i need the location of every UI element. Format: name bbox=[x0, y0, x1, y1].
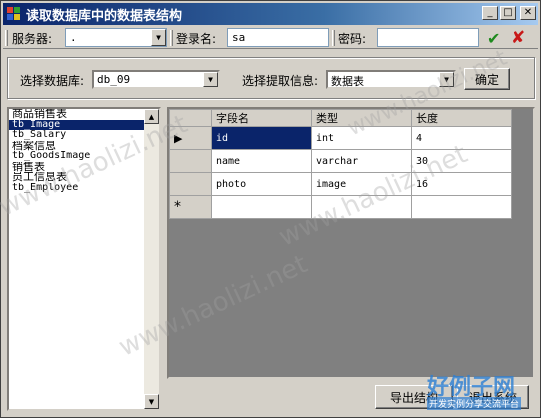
list-item[interactable]: tb_Image bbox=[9, 119, 159, 130]
grid-column-header[interactable]: 类型 bbox=[311, 109, 412, 127]
list-item[interactable]: tb_Employee bbox=[9, 183, 159, 194]
scroll-down-button[interactable]: ▼ bbox=[144, 394, 159, 409]
server-dropdown-button[interactable]: ▼ bbox=[151, 29, 166, 46]
extract-select[interactable]: 数据表 ▼ bbox=[326, 70, 456, 89]
grid-cell[interactable]: 30 bbox=[411, 149, 512, 173]
confirm-button-label: 确定 bbox=[474, 72, 499, 87]
current-row-arrow-icon: ▶ bbox=[174, 131, 183, 145]
main-window: 读取数据库中的数据表结构 _ □ ✕ 服务器: . ▼ 登录名: sa 密码: … bbox=[0, 0, 541, 418]
minimize-icon: _ bbox=[487, 7, 493, 18]
window-title: 读取数据库中的数据表结构 bbox=[26, 8, 183, 24]
extract-value: 数据表 bbox=[331, 75, 364, 88]
watermark-logo: 好例子网 开发实例分享交流平台 bbox=[427, 369, 522, 410]
table-row[interactable]: name varchar 30 bbox=[169, 149, 512, 173]
grid-column-header[interactable]: 字段名 bbox=[211, 109, 312, 127]
structure-table: 字段名 类型 长度 ▶ id int 4 name varchar 30 pho… bbox=[169, 109, 512, 219]
database-select[interactable]: db_09 ▼ bbox=[92, 70, 220, 89]
grid-cell[interactable] bbox=[311, 195, 412, 219]
arrow-up-icon: ▲ bbox=[148, 112, 155, 121]
grid-cell[interactable]: id bbox=[211, 126, 312, 150]
password-input[interactable] bbox=[377, 28, 479, 47]
database-label: 选择数据库: bbox=[20, 74, 85, 88]
connection-toolbar: 服务器: . ▼ 登录名: sa 密码: ✔ ✘ bbox=[3, 27, 538, 49]
chevron-down-icon: ▼ bbox=[444, 75, 449, 84]
title-bar[interactable]: 读取数据库中的数据表结构 _ □ ✕ bbox=[3, 3, 538, 25]
grid-cell[interactable]: int bbox=[311, 126, 412, 150]
grid-cell[interactable]: 16 bbox=[411, 172, 512, 196]
table-listbox[interactable]: 商品销售表 tb_Image tb_Salary 档案信息 tb_GoodsImage 销… bbox=[7, 107, 161, 411]
chevron-down-icon: ▼ bbox=[156, 33, 161, 42]
grid-column-header[interactable]: 长度 bbox=[411, 109, 512, 127]
row-header[interactable]: ▶ bbox=[169, 126, 212, 150]
list-item[interactable]: tb_Salary bbox=[9, 130, 159, 141]
minimize-button[interactable]: _ bbox=[482, 6, 498, 20]
confirm-check-icon[interactable]: ✔ bbox=[487, 29, 500, 48]
row-header[interactable] bbox=[169, 149, 212, 173]
grid-cell[interactable] bbox=[211, 195, 312, 219]
server-value: . bbox=[70, 31, 77, 44]
toolbar-separator bbox=[170, 30, 173, 46]
arrow-down-icon: ▼ bbox=[148, 397, 155, 406]
toolbar-grip[interactable] bbox=[5, 30, 8, 46]
list-item[interactable]: 档案信息 bbox=[9, 141, 159, 152]
toolbar-separator bbox=[332, 30, 335, 46]
grid-cell[interactable]: photo bbox=[211, 172, 312, 196]
list-item[interactable]: 商品销售表 bbox=[9, 109, 159, 120]
row-header[interactable] bbox=[169, 172, 212, 196]
login-value: sa bbox=[232, 31, 246, 44]
cancel-x-icon[interactable]: ✘ bbox=[511, 28, 525, 48]
options-group: 选择数据库: db_09 ▼ 选择提取信息: 数据表 ▼ 确定 bbox=[7, 57, 535, 99]
confirm-button[interactable]: 确定 bbox=[464, 68, 510, 90]
close-button[interactable]: ✕ bbox=[520, 6, 536, 20]
list-item[interactable]: 销售表 bbox=[9, 162, 159, 173]
database-dropdown-button[interactable]: ▼ bbox=[203, 72, 218, 87]
maximize-button[interactable]: □ bbox=[500, 6, 516, 20]
grid-corner-cell[interactable] bbox=[169, 109, 212, 127]
grid-header-row: 字段名 类型 长度 bbox=[169, 109, 512, 127]
scroll-up-button[interactable]: ▲ bbox=[144, 109, 159, 124]
list-item[interactable]: 员工信息表 bbox=[9, 172, 159, 183]
app-icon bbox=[6, 6, 22, 22]
watermark-logo-text: 好例子网 bbox=[427, 375, 516, 400]
grid-cell[interactable]: varchar bbox=[311, 149, 412, 173]
server-combo[interactable]: . ▼ bbox=[65, 28, 167, 47]
extract-label: 选择提取信息: bbox=[242, 74, 319, 88]
new-row[interactable]: * bbox=[169, 195, 512, 219]
structure-grid[interactable]: 字段名 类型 长度 ▶ id int 4 name varchar 30 pho… bbox=[167, 107, 535, 379]
login-input[interactable]: sa bbox=[227, 28, 329, 47]
table-row[interactable]: ▶ id int 4 bbox=[169, 126, 512, 150]
server-label: 服务器: bbox=[12, 32, 53, 46]
close-icon: ✕ bbox=[523, 7, 533, 18]
grid-cell[interactable] bbox=[411, 195, 512, 219]
database-value: db_09 bbox=[97, 73, 131, 86]
chevron-down-icon: ▼ bbox=[208, 75, 213, 84]
grid-cell[interactable]: image bbox=[311, 172, 412, 196]
maximize-icon: □ bbox=[503, 7, 513, 18]
new-row-marker: * bbox=[169, 195, 212, 219]
extract-dropdown-button[interactable]: ▼ bbox=[439, 72, 454, 87]
list-item[interactable]: tb_GoodsImage bbox=[9, 151, 159, 162]
table-row[interactable]: photo image 16 bbox=[169, 172, 512, 196]
list-scrollbar[interactable]: ▲ ▼ bbox=[144, 109, 159, 409]
login-label: 登录名: bbox=[176, 32, 217, 46]
password-label: 密码: bbox=[338, 32, 367, 46]
grid-cell[interactable]: name bbox=[211, 149, 312, 173]
grid-cell[interactable]: 4 bbox=[411, 126, 512, 150]
